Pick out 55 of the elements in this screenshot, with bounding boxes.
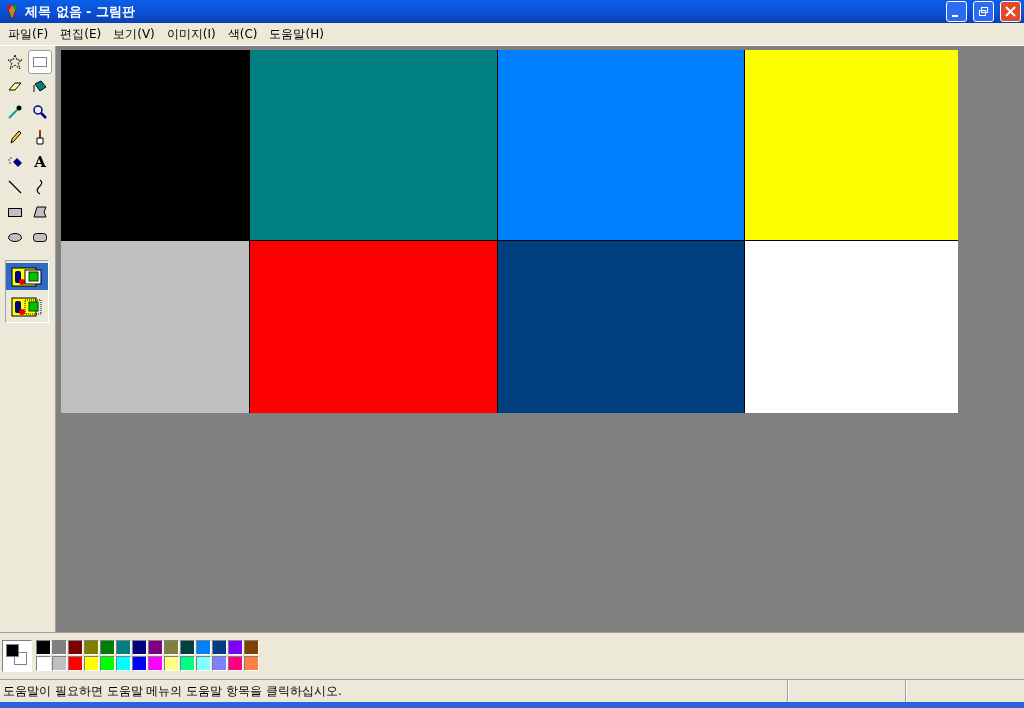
color-swatch[interactable] (52, 640, 67, 655)
status-text: 도움말이 필요하면 도움말 메뉴의 도움말 항목을 클릭하십시오. (2, 683, 343, 700)
menu-item[interactable]: 이미지(I) (160, 23, 222, 45)
menu-item[interactable]: 색(C) (221, 23, 264, 45)
color-swatch[interactable] (228, 640, 243, 655)
restore-icon (978, 6, 989, 17)
polygon-icon (32, 204, 48, 220)
color-swatch[interactable] (244, 640, 259, 655)
color-swatch[interactable] (228, 656, 243, 671)
color-swatch[interactable] (212, 656, 227, 671)
color-swatch[interactable] (180, 656, 195, 671)
menu-item[interactable]: 보기(V) (107, 23, 161, 45)
color-swatch[interactable] (36, 640, 51, 655)
close-button[interactable] (1000, 1, 1021, 22)
color-swatch[interactable] (100, 656, 115, 671)
color-swatch[interactable] (212, 640, 227, 655)
color-swatch[interactable] (36, 656, 51, 671)
color-swatch[interactable] (68, 640, 83, 655)
airbrush-icon (7, 154, 23, 170)
free-select-icon (7, 54, 23, 70)
color-swatch[interactable] (196, 640, 211, 655)
pencil-icon (7, 129, 23, 145)
color-swatch[interactable] (164, 656, 179, 671)
color-swatch[interactable] (148, 640, 163, 655)
paint-app-icon (5, 3, 19, 20)
minimize-icon (952, 14, 958, 17)
menu-item[interactable]: 도움말(H) (263, 23, 330, 45)
minimize-button[interactable] (946, 1, 967, 22)
tool-button[interactable]: A (28, 150, 52, 174)
color-swatch[interactable] (116, 656, 131, 671)
color-swatch[interactable] (132, 640, 147, 655)
color-swatch[interactable] (244, 656, 259, 671)
color-swatch[interactable] (148, 656, 163, 671)
color-swatch[interactable] (100, 640, 115, 655)
color-swatch[interactable] (180, 640, 195, 655)
color-swatch[interactable] (68, 656, 83, 671)
line-icon (7, 179, 23, 195)
picker-icon (7, 104, 23, 120)
color-swatch[interactable] (84, 640, 99, 655)
select-icon (32, 54, 48, 70)
color-swatch[interactable] (84, 656, 99, 671)
background-option[interactable] (6, 263, 48, 290)
color-swatch[interactable] (196, 656, 211, 671)
magnifier-icon (32, 104, 48, 120)
window-title: 제목 없음 - 그림판 (25, 2, 136, 21)
color-swatch[interactable] (132, 656, 147, 671)
menu-item[interactable]: 편집(E) (54, 23, 108, 45)
color-swatch[interactable] (116, 640, 131, 655)
close-icon (1005, 6, 1016, 17)
color-swatch[interactable] (52, 656, 67, 671)
drawing-canvas[interactable] (61, 50, 958, 413)
restore-button[interactable] (973, 1, 994, 22)
fill-icon (32, 79, 48, 95)
menu-item[interactable]: 파일(F) (2, 23, 55, 45)
color-swatch[interactable] (164, 640, 179, 655)
